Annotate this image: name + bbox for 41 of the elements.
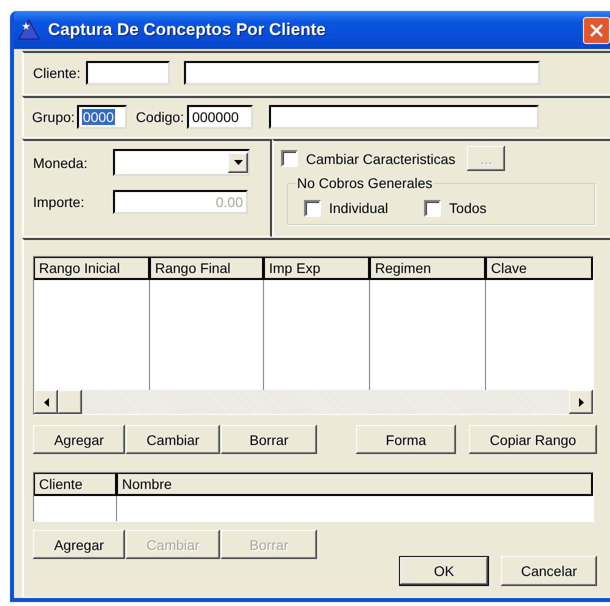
- dialog-button[interactable]: OK: [399, 556, 489, 586]
- left-arrow-icon[interactable]: [44, 398, 48, 406]
- checkbox[interactable]: [281, 150, 298, 167]
- checkbox[interactable]: [424, 200, 442, 216]
- code-field[interactable]: 000000: [187, 105, 254, 129]
- column-header[interactable]: Rango Inicial: [34, 257, 150, 280]
- horizontal-scrollbar[interactable]: [34, 390, 593, 414]
- close-icon: [589, 23, 604, 38]
- action-button[interactable]: Borrar: [221, 425, 317, 454]
- column-header[interactable]: Cliente: [34, 473, 117, 496]
- action-button[interactable]: Forma: [356, 425, 456, 454]
- field-label: Importe:: [33, 194, 86, 210]
- dialog-button[interactable]: Cancelar: [501, 556, 597, 586]
- scroll-thumb[interactable]: [58, 390, 82, 414]
- app-icon: [18, 19, 40, 41]
- column-header[interactable]: Imp Exp: [264, 257, 370, 280]
- client-code-field[interactable]: [86, 61, 170, 85]
- column-header[interactable]: Clave: [486, 257, 593, 280]
- field-label: Codigo:: [136, 109, 184, 125]
- window-title: Captura De Conceptos Por Cliente: [48, 20, 326, 40]
- client-name-field[interactable]: [184, 61, 540, 85]
- description-field[interactable]: [269, 105, 540, 129]
- currency-dropdown[interactable]: [113, 149, 250, 176]
- checkbox[interactable]: [304, 200, 321, 216]
- checkbox-label: Todos: [449, 200, 487, 216]
- field-label: Grupo:: [32, 109, 75, 125]
- column-header[interactable]: Regimen: [370, 257, 486, 280]
- dropdown-arrow-icon[interactable]: [234, 160, 242, 165]
- action-button[interactable]: Cambiar: [126, 425, 220, 454]
- action-button[interactable]: Agregar: [33, 425, 125, 454]
- close-button[interactable]: [583, 17, 610, 44]
- field-label: Cliente:: [33, 65, 80, 81]
- action-button[interactable]: Copiar Rango: [469, 425, 597, 454]
- group-field[interactable]: 0000: [76, 105, 127, 129]
- column-header[interactable]: Nombre: [117, 473, 593, 496]
- action-button[interactable]: Agregar: [33, 530, 125, 559]
- column-header[interactable]: Rango Final: [150, 257, 264, 280]
- checkbox-label: Cambiar Caracteristicas: [306, 150, 456, 166]
- field-label: Moneda:: [33, 154, 88, 170]
- right-arrow-icon[interactable]: [578, 398, 584, 406]
- checkbox-label: Individual: [329, 200, 388, 216]
